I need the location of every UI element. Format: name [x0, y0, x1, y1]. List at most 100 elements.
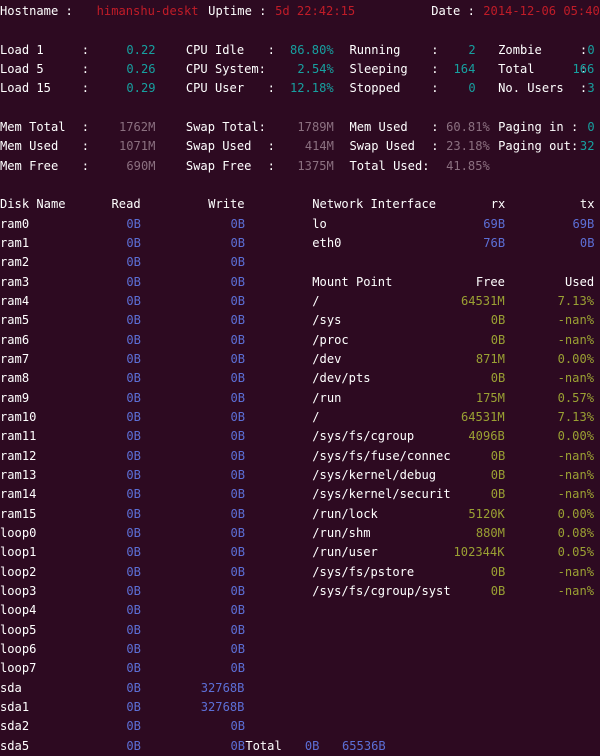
process-separator-0: :	[431, 42, 439, 57]
disk-row-read: 0B	[126, 641, 141, 656]
process-total-separator-2: :	[579, 81, 588, 96]
mount-row-used: 7.13%	[557, 409, 595, 424]
disk-row-name: loop7	[0, 661, 37, 676]
load-label-0: Load 1	[0, 42, 44, 57]
disk-row-read: 0B	[126, 274, 141, 289]
disk-row-write: 0B	[230, 293, 246, 308]
network-tx-header: tx	[579, 197, 595, 212]
swap-separator-2: :	[267, 158, 275, 173]
disk-row-write: 0B	[230, 525, 246, 540]
disk-row-write: 0B	[230, 661, 246, 676]
disk-row-read: 0B	[126, 506, 141, 521]
disk-row-write: 0B	[230, 738, 246, 753]
disk-row-write: 0B	[230, 409, 246, 424]
disk-row-write: 0B	[230, 274, 246, 289]
paging-label-1: Paging out:	[498, 139, 579, 154]
process-separator-1: :	[431, 61, 439, 76]
paging-label-0: Paging in :	[498, 119, 579, 134]
disk-row-name: loop6	[0, 641, 37, 656]
disk-total-label: Total	[245, 738, 282, 753]
disk-row-write: 0B	[230, 545, 246, 560]
network-row-rx: 76B	[483, 235, 506, 250]
disk-row-write: 0B	[230, 371, 246, 386]
cpu-value-2: 12.18%	[289, 81, 334, 96]
network-row-tx: 69B	[572, 216, 595, 231]
disk-row-name: ram10	[0, 409, 37, 424]
mount-row-free: 0B	[490, 371, 506, 386]
disk-row-read: 0B	[126, 680, 141, 695]
network-row-rx: 69B	[483, 216, 506, 231]
disk-row-write: 0B	[230, 235, 246, 250]
mount-used-header: Used	[565, 274, 595, 289]
date-label: Date :	[431, 4, 475, 18]
cpu-separator-0: :	[267, 42, 275, 57]
mount-row-name: /run	[312, 390, 342, 405]
cpu-value-1: 2.54%	[297, 61, 334, 76]
terminal-window[interactable]: Hostname : himanshu-deskt Uptime : 5d 22:42…	[0, 0, 600, 753]
mount-row-used: 0.00%	[557, 351, 595, 366]
mount-row-used: -nan%	[557, 371, 595, 386]
mount-row-name: /sys/fs/pstore	[312, 564, 415, 579]
mount-row-free: 0B	[490, 313, 506, 328]
usage-label-1: Swap Used	[349, 139, 415, 154]
disk-row-name: loop3	[0, 583, 37, 598]
disk-row-read: 0B	[126, 738, 141, 753]
mount-row-name: /sys/kernel/securit	[312, 487, 451, 502]
mount-row-name: /proc	[312, 332, 349, 347]
disk-row-name: ram11	[0, 429, 37, 444]
disk-row-name: loop0	[0, 525, 37, 540]
mount-row-name: /dev	[312, 351, 342, 366]
disk-row-name: ram12	[0, 448, 37, 463]
disk-name-header: Disk Name	[0, 197, 66, 212]
disk-row-read: 0B	[126, 390, 141, 405]
disk-row-write: 0B	[230, 506, 246, 521]
mount-row-free: 0B	[490, 448, 506, 463]
memory-separator-0: :	[81, 119, 90, 134]
disk-row-name: ram3	[0, 274, 30, 289]
disk-row-write: 0B	[230, 622, 246, 637]
process-value-0: 2	[468, 42, 476, 57]
disk-row-name: ram2	[0, 255, 30, 270]
mount-row-used: 0.08%	[557, 525, 595, 540]
disk-row-read: 0B	[126, 313, 141, 328]
swap-separator-1: :	[267, 139, 275, 154]
usage-label-2: Total Used:	[349, 158, 430, 173]
disk-row-write: 0B	[230, 467, 246, 482]
network-row-tx: 0B	[579, 235, 595, 250]
uptime-label: Uptime :	[208, 4, 267, 18]
load-value-0: 0.22	[126, 42, 156, 57]
mount-row-used: 0.57%	[557, 390, 595, 405]
disk-row-read: 0B	[126, 564, 141, 579]
load-value-1: 0.26	[126, 61, 156, 76]
swap-label-1: Swap Used	[185, 139, 252, 154]
disk-row-name: ram13	[0, 467, 37, 482]
mount-row-name: /	[312, 409, 320, 424]
hostname-value: himanshu-deskt	[96, 4, 199, 18]
disk-row-write: 32768B	[200, 699, 245, 714]
disk-row-read: 0B	[126, 235, 141, 250]
network-row-name: lo	[312, 216, 327, 231]
process-label-1: Sleeping	[349, 61, 408, 76]
disk-row-read: 0B	[126, 351, 141, 366]
mount-row-free: 0B	[490, 487, 506, 502]
disk-read-header: Read	[111, 197, 141, 212]
usage-value-2: 41.85%	[446, 158, 490, 173]
usage-value-1: 23.18%	[446, 139, 490, 154]
load-separator-0: :	[81, 42, 90, 57]
mount-row-name: /run/user	[312, 545, 378, 560]
disk-row-read: 0B	[126, 545, 141, 560]
mount-row-free: 871M	[475, 351, 505, 366]
network-name-header: Network Interface	[312, 197, 437, 212]
load-value-2: 0.29	[126, 81, 156, 96]
swap-value-2: 1375M	[297, 158, 334, 173]
disk-row-name: loop4	[0, 603, 37, 618]
mount-row-name: /	[312, 293, 320, 308]
swap-value-1: 414M	[304, 139, 334, 154]
process-separator-2: :	[431, 81, 439, 96]
mount-row-name: /run/lock	[312, 506, 378, 521]
memory-separator-1: :	[81, 139, 90, 154]
disk-row-read: 0B	[126, 216, 141, 231]
disk-row-write: 0B	[230, 332, 246, 347]
memory-separator-2: :	[81, 158, 90, 173]
disk-row-write: 0B	[230, 719, 246, 734]
